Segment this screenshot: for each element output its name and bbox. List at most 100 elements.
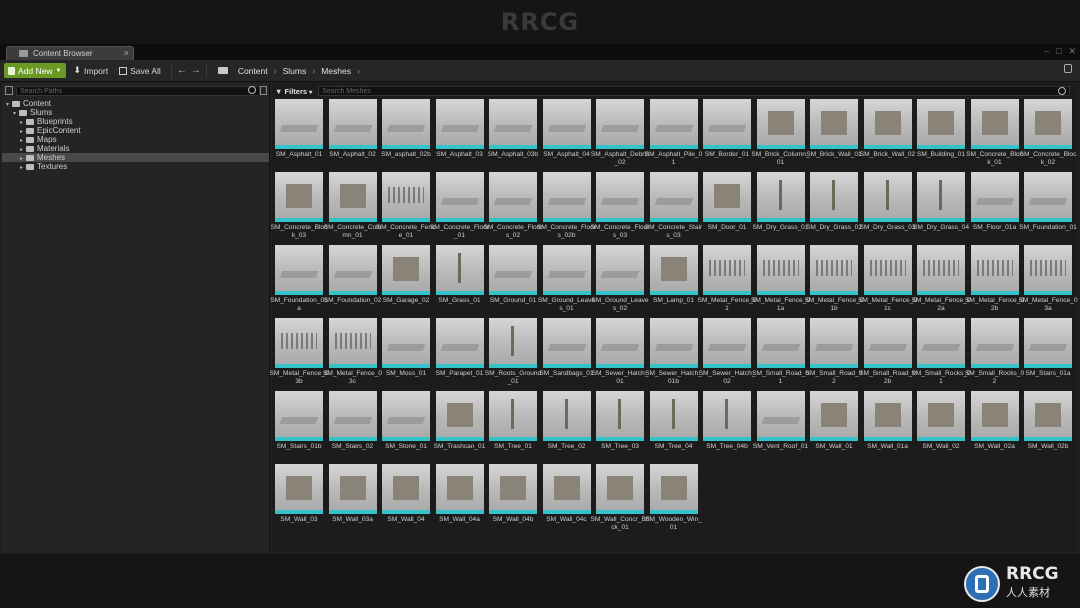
asset-tile[interactable]: SM_Stairs_01b [275,391,323,461]
minimize-icon[interactable]: – [1044,46,1049,58]
asset-tile[interactable]: SM_Brick_Column_01 [751,99,810,169]
asset-tile[interactable]: SM_Concrete_Floors_02b [537,172,596,242]
asset-tile[interactable]: SM_Stone_01 [382,391,430,461]
asset-tile[interactable]: SM_Metal_Fence_01a [751,245,810,315]
breadcrumb-slums[interactable]: Slums [283,66,307,76]
asset-tile[interactable]: SM_Asphalt_01 [275,99,323,169]
asset-tile[interactable]: SM_Garage_02 [382,245,430,315]
asset-tile[interactable]: SM_Metal_Fence_02a [911,245,971,315]
asset-tile[interactable]: SM_Small_Road_01 [752,318,809,388]
asset-tile[interactable]: SM_Foundation_01a [270,245,328,315]
asset-tile[interactable]: SM_Grass_01 [435,245,484,315]
asset-tile[interactable]: SM_Wooden_Win_01 [645,464,702,534]
asset-tile[interactable]: SM_Moss_01 [382,318,430,388]
asset-tile[interactable]: SM_Ground_Leaves_02 [591,245,649,315]
asset-tile[interactable]: SM_Wall_04 [382,464,430,534]
asset-tile[interactable]: SM_Vent_Roof_01 [753,391,808,461]
asset-tile[interactable]: SM_Metal_Fence_03b [269,318,329,388]
asset-tile[interactable]: SM_Small_Rocks_01 [911,318,971,388]
asset-tile[interactable]: SM_Sewer_Hatch_02 [699,318,755,388]
asset-tile[interactable]: SM_Stairs_01a [1024,318,1072,388]
asset-tile[interactable]: SM_Concrete_Block_01 [966,99,1023,169]
asset-tile[interactable]: SM_Brick_Wall_01 [806,99,862,169]
lock-icon[interactable] [1064,64,1072,73]
asset-tile[interactable]: SM_Wall_03a [328,464,377,534]
asset-tile[interactable]: SM_Concrete_Floor_01 [430,172,489,242]
asset-tile[interactable]: SM_Stairs_02 [328,391,377,461]
asset-tile[interactable]: SM_Floor_01a [970,172,1019,242]
asset-tile[interactable]: SM_Concrete_Floors_02 [483,172,543,242]
asset-tile[interactable]: SM_Concrete_Floors_03 [590,172,650,242]
asset-tile[interactable]: SM_Wall_02a [970,391,1019,461]
asset-tile[interactable]: SM_Concrete_Column_01 [324,172,381,242]
search-meshes-input[interactable]: Search Meshes [318,86,1071,96]
asset-tile[interactable]: SM_Asphalt_03b [488,99,538,169]
asset-tile[interactable]: SM_Asphalt_Pile_01 [645,99,702,169]
asset-tile[interactable]: SM_Asphalt_03 [435,99,484,169]
close-icon[interactable]: × [124,47,129,60]
asset-tile[interactable]: SM_Dry_Grass_03 [859,172,916,242]
tab-content-browser[interactable]: Content Browser × [6,46,134,60]
asset-tile[interactable]: SM_Wall_02b [1024,391,1072,461]
tree-item-materials[interactable]: ▸ Materials [2,144,269,153]
tree-item-slums[interactable]: ▾ Slums [2,108,269,117]
asset-tile[interactable]: SM_Asphalt_02 [328,99,377,169]
asset-tile[interactable]: SM_Door_01 [703,172,751,242]
asset-tile[interactable]: SM_Metal_Fence_01 [697,245,757,315]
asset-tile[interactable]: SM_Tree_04 [649,391,698,461]
asset-tile[interactable]: SM_Tree_03 [596,391,644,461]
asset-tile[interactable]: SM_Ground_01 [489,245,537,315]
asset-tile[interactable]: SM_Concrete_Block_03 [271,172,327,242]
tree-item-epiccontent[interactable]: ▸ EpicContent [2,126,269,135]
chevron-right-icon[interactable]: › [312,66,315,76]
asset-tile[interactable]: SM_Sewer_Hatch_01b [645,318,702,388]
asset-tile[interactable]: SM_Ground_Leaves_01 [538,245,595,315]
asset-tile[interactable]: SM_Metal_Fence_03a [1018,245,1078,315]
import-button[interactable]: ⬇ Import [69,63,112,78]
asset-tile[interactable]: SM_Wall_01a [863,391,912,461]
asset-tile[interactable]: SM_asphalt_02b [381,99,431,169]
asset-tile[interactable]: SM_Wall_01 [810,391,858,461]
asset-tile[interactable]: SM_Wall_04c [542,464,591,534]
tree-item-meshes[interactable]: ▸ Meshes [2,153,269,162]
asset-tile[interactable]: SM_Brick_Wall_02 [860,99,915,169]
asset-tile[interactable]: SM_Concrete_Fence_01 [377,172,435,242]
sources-toggle-icon[interactable] [5,86,13,95]
asset-tile[interactable]: SM_Sandbags_01 [539,318,594,388]
asset-tile[interactable]: SM_Tree_01 [489,391,537,461]
add-new-button[interactable]: Add New ▼ [4,63,67,78]
chevron-right-icon[interactable]: › [274,66,277,76]
asset-tile[interactable]: SM_Lamp_01 [649,245,698,315]
maximize-icon[interactable]: □ [1056,46,1061,58]
asset-tile[interactable]: SM_Wall_04a [435,464,484,534]
tree-item-content[interactable]: ▾ Content [2,99,269,108]
asset-tile[interactable]: SM_Wall_02 [917,391,965,461]
asset-tile[interactable]: SM_Metal_Fence_01b [804,245,864,315]
asset-tile[interactable]: SM_Metal_Fence_03c [323,318,382,388]
asset-tile[interactable]: SM_Trashcan_01 [434,391,485,461]
asset-tile[interactable]: SM_Border_01 [703,99,751,169]
search-paths-input[interactable]: Search Paths [16,86,260,96]
asset-tile[interactable]: SM_Wall_Concr_Brick_01 [590,464,650,534]
back-arrow-icon[interactable]: ← [175,65,189,76]
asset-tile[interactable]: SM_Building_01 [917,99,965,169]
asset-tile[interactable]: SM_Small_Road_02b [859,318,916,388]
asset-tile[interactable]: SM_Foundation_02 [324,245,381,315]
panel-menu-icon[interactable] [260,86,267,95]
asset-tile[interactable]: SM_Small_Rocks_02 [965,318,1024,388]
asset-tile[interactable]: SM_Tree_04b [703,391,751,461]
tree-item-blueprints[interactable]: ▸ Blueprints [2,117,269,126]
asset-tile[interactable]: SM_Parapet_01 [435,318,484,388]
save-all-button[interactable]: Save All [115,63,165,78]
close-window-icon[interactable]: ✕ [1068,46,1076,58]
asset-tile[interactable]: SM_Concrete_Block_02 [1020,99,1076,169]
asset-tile[interactable]: SM_Dry_Grass_01 [752,172,809,242]
asset-tile[interactable]: SM_Metal_Fence_02b [965,245,1024,315]
asset-tile[interactable]: SM_Concrete_Stairs_03 [645,172,702,242]
asset-tile[interactable]: SM_Small_Road_02 [806,318,862,388]
asset-tile[interactable]: SM_Asphalt_Debris_02 [591,99,649,169]
filters-button[interactable]: ▼ Filters ▾ [272,87,315,96]
tree-item-maps[interactable]: ▸ Maps [2,135,269,144]
forward-arrow-icon[interactable]: → [189,65,203,76]
asset-tile[interactable]: SM_Metal_Fence_01c [858,245,917,315]
